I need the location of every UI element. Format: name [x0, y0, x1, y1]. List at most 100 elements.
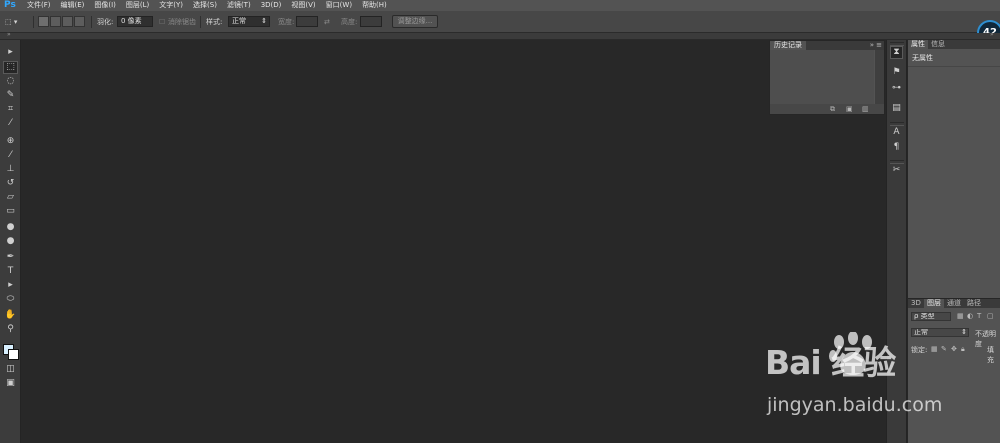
spot-heal-icon[interactable]: ⊕: [3, 135, 18, 148]
style-value: 正常: [232, 17, 246, 25]
feather-input[interactable]: 0 像素: [117, 16, 153, 27]
pen-icon[interactable]: ✒: [3, 251, 18, 264]
adjustments-icon[interactable]: ⊶: [890, 82, 903, 95]
options-bar: ⬚ ▾ 羽化: 0 像素 ☐ 消除锯齿 样式: 正常 ⇕ 宽度: ⇄ 高度: 调…: [0, 11, 1000, 33]
snapshot-icon[interactable]: ▣: [846, 105, 853, 113]
tab-properties[interactable]: 属性: [908, 40, 928, 49]
antialias-checkbox[interactable]: ☐: [159, 16, 165, 28]
chevron-down-icon: ⇕: [261, 17, 267, 25]
tab-channels[interactable]: 通道: [944, 299, 964, 308]
properties-divider: [908, 66, 1000, 67]
collapse-arrow-icon[interactable]: »: [990, 31, 994, 38]
add-selection-icon[interactable]: [50, 16, 61, 27]
adjustment-filter-icon[interactable]: ◐: [967, 312, 973, 320]
menu-layer[interactable]: 图层(L): [121, 0, 154, 11]
rect-marquee-icon[interactable]: ⬚: [3, 61, 18, 74]
document-canvas[interactable]: [21, 40, 886, 443]
chevron-down-icon: ⇕: [961, 328, 967, 336]
subtract-selection-icon[interactable]: [62, 16, 73, 27]
hand-icon[interactable]: ✋: [3, 309, 18, 322]
properties-icon[interactable]: ▤: [890, 102, 903, 115]
width-input[interactable]: [296, 16, 318, 27]
tab-info[interactable]: 信息: [928, 40, 948, 49]
gradient-icon[interactable]: ▭: [3, 205, 18, 218]
height-label: 高度:: [341, 18, 358, 26]
photoshop-logo: Ps: [4, 0, 16, 10]
layers-tabbar: 3D 图层 通道 路径: [908, 299, 1000, 308]
quick-select-icon[interactable]: ✎: [3, 89, 18, 102]
options-divider: [91, 16, 92, 28]
tab-paths[interactable]: 路径: [964, 299, 984, 308]
tab-3d[interactable]: 3D: [908, 299, 924, 308]
history-panel: 历史记录 » ≡ ⧉ ▣ ▥: [769, 40, 885, 115]
collapse-icon[interactable]: »: [870, 41, 874, 50]
tab-history[interactable]: 历史记录: [770, 41, 806, 50]
history-tabbar: 历史记录 » ≡: [770, 41, 884, 50]
refine-edge-button[interactable]: 调整边缘...: [392, 15, 438, 28]
brush-icon[interactable]: ⁄: [3, 149, 18, 162]
crop-icon[interactable]: ⌗: [3, 103, 18, 116]
move-tool-icon[interactable]: ▸: [3, 46, 18, 59]
height-input[interactable]: [360, 16, 382, 27]
type-filter-icon[interactable]: T: [977, 312, 981, 320]
menu-3d[interactable]: 3D(D): [256, 0, 287, 11]
shape-filter-icon[interactable]: ▢: [987, 312, 994, 320]
screen-mode-icon[interactable]: ▣: [3, 377, 18, 390]
history-list[interactable]: [770, 50, 874, 104]
tools-preset-icon[interactable]: ✂: [890, 164, 903, 177]
new-doc-from-state-icon[interactable]: ⧉: [830, 105, 835, 114]
background-color-icon[interactable]: [8, 349, 19, 360]
panel-collapse-strip: » »: [0, 31, 1000, 40]
actions-icon[interactable]: ⚑: [890, 66, 903, 79]
swap-icon[interactable]: ⇄: [324, 16, 330, 28]
quick-mask-icon[interactable]: ◫: [3, 363, 18, 376]
layer-filter-select[interactable]: ρ 类型: [911, 312, 951, 321]
menu-view[interactable]: 视图(V): [286, 0, 320, 11]
ellipse-icon[interactable]: ⬭: [3, 293, 18, 306]
pixel-filter-icon[interactable]: ▦: [957, 312, 964, 320]
dodge-icon[interactable]: ●: [3, 235, 18, 248]
style-label: 样式:: [206, 18, 223, 26]
feather-label: 羽化:: [97, 18, 114, 26]
watermark-url: jingyan.baidu.com: [767, 394, 943, 416]
style-select[interactable]: 正常 ⇕: [228, 16, 270, 27]
eraser-icon[interactable]: ▱: [3, 191, 18, 204]
history-scrollbar[interactable]: [875, 50, 884, 104]
zoom-icon[interactable]: ⚲: [3, 323, 18, 336]
blur-icon[interactable]: ●: [3, 221, 18, 234]
menu-window[interactable]: 窗口(W): [321, 0, 357, 11]
menu-image[interactable]: 图像(I): [89, 0, 121, 11]
lasso-icon[interactable]: ◌: [3, 75, 18, 88]
menu-bar: Ps 文件(F) 编辑(E) 图像(I) 图层(L) 文字(Y) 选择(S) 滤…: [0, 0, 1000, 11]
new-selection-icon[interactable]: [38, 16, 49, 27]
antialias-label: 消除锯齿: [168, 18, 196, 26]
properties-panel: 属性 信息 无属性: [907, 40, 1000, 298]
intersect-selection-icon[interactable]: [74, 16, 85, 27]
type-icon[interactable]: T: [3, 265, 18, 278]
options-divider: [200, 16, 201, 28]
width-label: 宽度:: [278, 18, 295, 26]
menu-type[interactable]: 文字(Y): [154, 0, 188, 11]
tab-layers[interactable]: 图层: [924, 299, 944, 308]
history-panel-icon[interactable]: ⧗: [890, 46, 903, 59]
panel-menu-icon[interactable]: ≡: [876, 41, 882, 50]
color-swatch-icon[interactable]: [3, 344, 19, 360]
collapse-arrow-icon[interactable]: »: [7, 31, 11, 38]
paragraph-icon[interactable]: ¶: [890, 141, 903, 154]
menu-file[interactable]: 文件(F): [22, 0, 56, 11]
options-divider: [33, 16, 34, 28]
character-icon[interactable]: A: [890, 126, 903, 139]
trash-icon[interactable]: ▥: [862, 105, 869, 113]
history-brush-icon[interactable]: ↺: [3, 177, 18, 190]
marquee-preset-icon[interactable]: ⬚ ▾: [5, 16, 17, 28]
properties-tabbar: 属性 信息: [908, 40, 1000, 49]
menu-help[interactable]: 帮助(H): [357, 0, 392, 11]
menu-select[interactable]: 选择(S): [188, 0, 222, 11]
menu-filter[interactable]: 滤镜(T): [222, 0, 256, 11]
eyedropper-icon[interactable]: ⁄: [3, 117, 18, 130]
history-footer: ⧉ ▣ ▥: [770, 104, 884, 114]
paw-logo-icon: [829, 332, 872, 375]
clone-stamp-icon[interactable]: ⊥: [3, 163, 18, 176]
menu-edit[interactable]: 编辑(E): [56, 0, 90, 11]
path-select-icon[interactable]: ▸: [3, 279, 18, 292]
